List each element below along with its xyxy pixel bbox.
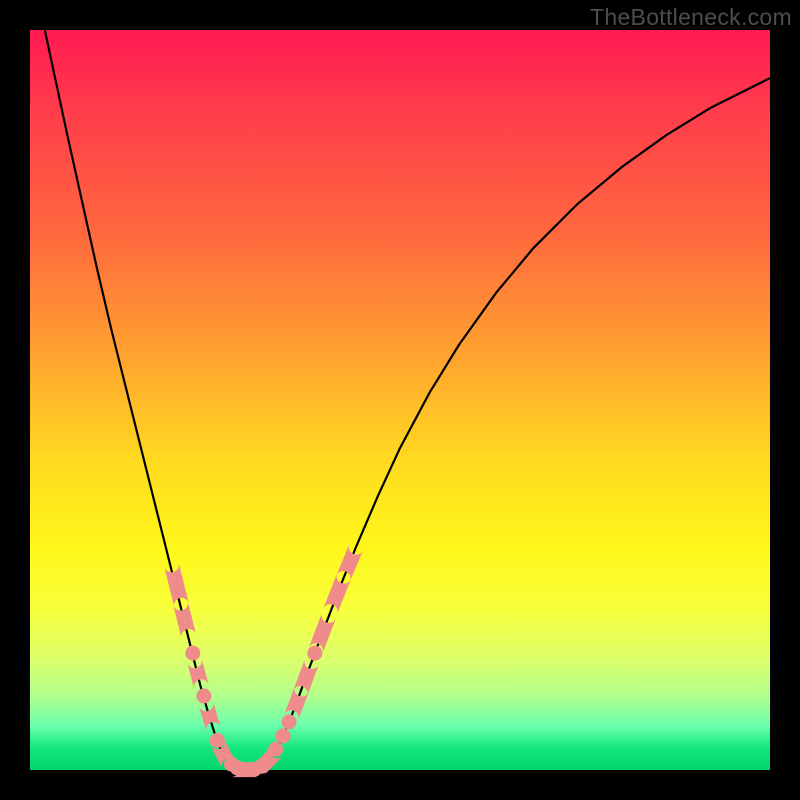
curve-marker [173,601,196,638]
plot-area [30,30,770,770]
curve-marker [293,659,319,696]
curve-marker [164,563,189,607]
curve-marker [185,646,200,661]
curve-marker [199,702,221,732]
bottleneck-curve [45,30,770,770]
curve-marker [276,728,291,743]
curve-svg [30,30,770,770]
curve-marker [323,574,351,615]
chart-canvas: TheBottleneck.com [0,0,800,800]
curve-marker [268,742,283,757]
curve-marker [210,733,225,748]
watermark-text: TheBottleneck.com [590,4,792,31]
curve-marker [336,544,363,581]
curve-marker [196,689,211,704]
curve-marker [307,646,322,661]
curve-marker [282,714,297,729]
curve-marker [187,659,208,689]
